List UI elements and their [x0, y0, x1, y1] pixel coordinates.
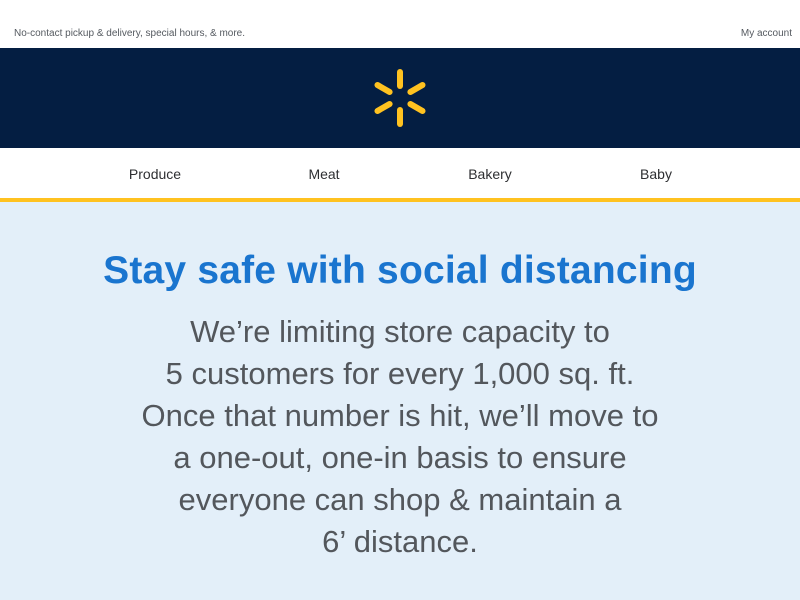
nav-item-bakery[interactable]: Bakery	[468, 166, 512, 182]
my-account-link[interactable]: My account	[741, 28, 792, 39]
banner-line: everyone can shop & maintain a	[178, 482, 622, 517]
category-nav: Produce Meat Bakery Baby	[0, 148, 800, 202]
banner-line: a one-out, one-in basis to ensure	[173, 440, 627, 475]
banner-line: We’re limiting store capacity to	[190, 314, 610, 349]
nav-item-baby[interactable]: Baby	[640, 166, 672, 182]
nav-item-produce[interactable]: Produce	[129, 166, 181, 182]
banner-line: 5 customers for every 1,000 sq. ft.	[165, 356, 635, 391]
promo-link[interactable]: No-contact pickup & delivery, special ho…	[14, 28, 245, 39]
spark-icon	[374, 69, 426, 127]
banner-line: Once that number is hit, we’ll move to	[141, 398, 659, 433]
nav-item-meat[interactable]: Meat	[308, 166, 339, 182]
banner-title: Stay safe with social distancing	[103, 249, 697, 292]
banner-line: 6’ distance.	[322, 524, 478, 559]
social-distancing-banner: Stay safe with social distancing We’re l…	[0, 202, 800, 600]
logo-link[interactable]	[368, 66, 432, 130]
banner-body: We’re limiting store capacity to 5 custo…	[80, 311, 720, 563]
brand-header	[0, 48, 800, 148]
top-utility-bar: No-contact pickup & delivery, special ho…	[0, 0, 800, 48]
